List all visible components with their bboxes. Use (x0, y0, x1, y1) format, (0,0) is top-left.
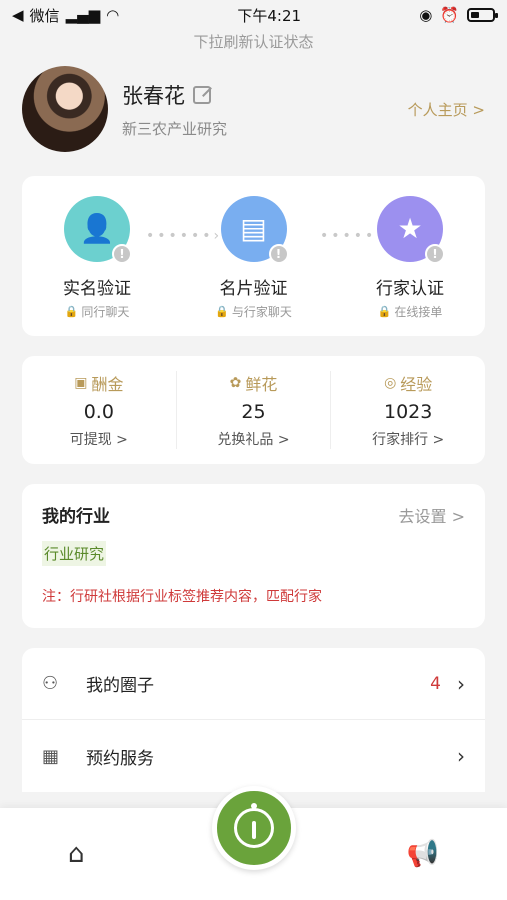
profile-subtitle: 新三农产业研究 (122, 119, 228, 138)
verify-step-label: 名片验证 (219, 279, 288, 299)
status-left: ◀ 微信 ▂▄▆ ◠ (12, 5, 119, 26)
status-bar: ◀ 微信 ▂▄▆ ◠ 下午4:21 ◉ ⏰ (0, 0, 507, 30)
verify-step-sub: 🔒 在线接单 (377, 305, 443, 319)
stats-card: ▣ 酬金 0.0 可提现 > ✿ 鲜花 25 兑换礼品 > ◎ 经验 1023 行家排… (22, 356, 485, 464)
stat-link[interactable]: 兑换礼品 > (217, 429, 289, 449)
pull-refresh-hint: 下拉刷新认证状态 (193, 33, 314, 51)
exp-icon: ◎ (384, 375, 397, 391)
verify-step-label: 行家认证 (376, 279, 444, 299)
status-right: ◉ ⏰ (419, 6, 498, 24)
info-badge-icon: ! (112, 244, 132, 264)
alarm-icon: ⏰ (440, 6, 459, 24)
edit-icon[interactable] (193, 85, 211, 104)
verify-step-expert[interactable]: ★ ! 行家认证 🔒 在线接单 (355, 196, 465, 336)
industry-settings-link[interactable]: 去设置 > (399, 503, 466, 527)
center-action-button[interactable] (211, 786, 296, 870)
industry-card: 我的行业 去设置 > 行业研究 注：行研社根据行业标签推荐内容，匹配行家 (22, 484, 485, 628)
homepage-link[interactable]: 个人主页 > (408, 99, 485, 120)
home-icon[interactable]: ⌂ (68, 839, 85, 869)
menu-item-label: 预约服务 (86, 748, 154, 769)
stat-value: 0.0 (83, 401, 114, 423)
menu-item-label: 我的圈子 (86, 676, 154, 696)
verify-step-sub: 🔒 同行聊天 (64, 305, 130, 319)
menu-item-circles[interactable]: ⚇ 我的圈子 4 › (22, 648, 485, 720)
calendar-icon: ▦ (42, 745, 60, 767)
stat-experience[interactable]: ◎ 经验 1023 行家排行 > (331, 371, 485, 449)
unread-count-badge: 4 (430, 673, 441, 694)
profile-name: 张春花 (122, 83, 185, 108)
speaker-icon[interactable]: 📢 (407, 839, 439, 869)
verify-step-sub: 🔒 与行家聊天 (215, 305, 292, 319)
stat-reward[interactable]: ▣ 酬金 0.0 可提现 > (22, 371, 177, 449)
chevron-right-icon: › (457, 671, 465, 696)
lock-icon: 🔒 (215, 305, 229, 318)
business-card-icon: ▤ ! (220, 196, 289, 264)
info-badge-icon: ! (268, 244, 289, 264)
orientation-lock-icon: ◉ (419, 6, 433, 24)
stat-link[interactable]: 可提现 > (70, 429, 128, 449)
verify-step-label: 实名验证 (63, 279, 131, 299)
award-icon: ★ ! (377, 196, 445, 264)
wifi-icon: ◠ (106, 6, 120, 24)
chevron-right-icon: › (457, 744, 465, 768)
lock-icon: 🔒 (377, 305, 392, 318)
stat-link[interactable]: 行家排行 > (372, 429, 444, 449)
logo-icon (233, 803, 274, 848)
clock: 下午4:21 (237, 6, 302, 25)
industry-tag: 行业研究 (42, 541, 107, 566)
users-icon: ⚇ (42, 673, 59, 694)
verification-card: 👤 ! 实名验证 🔒 同行聊天 ••••••› ▤ ! 名片验证 🔒 与行家聊天 •… (22, 176, 485, 336)
industry-note: 注：行研社根据行业标签推荐内容，匹配行家 (42, 589, 322, 605)
industry-title: 我的行业 (42, 507, 110, 527)
stat-title: 经验 (400, 375, 433, 394)
battery-icon (466, 8, 498, 22)
stat-value: 1023 (384, 401, 433, 423)
signal-icon: ▂▄▆ (65, 6, 101, 24)
verify-step-realname[interactable]: 👤 ! 实名验证 🔒 同行聊天 (42, 196, 152, 336)
back-arrow-icon[interactable]: ◀ (12, 6, 24, 24)
verify-step-card[interactable]: ▤ ! 名片验证 🔒 与行家聊天 (199, 196, 309, 336)
profile-info: 张春花 新三农产业研究 (122, 80, 408, 139)
menu-item-booking[interactable]: ▦ 预约服务 › (22, 720, 485, 792)
id-card-icon: 👤 ! (64, 196, 132, 264)
lock-icon: 🔒 (64, 305, 79, 318)
bottom-tab-bar: ⌂ 📢 (0, 786, 507, 900)
stat-title: 鲜花 (245, 375, 278, 394)
stat-value: 25 (241, 401, 266, 423)
info-badge-icon: ! (425, 244, 445, 264)
wallet-icon: ▣ (74, 375, 88, 391)
profile-header: 张春花 新三农产业研究 个人主页 > (0, 54, 507, 154)
stat-flowers[interactable]: ✿ 鲜花 25 兑换礼品 > (177, 371, 332, 449)
carrier-label: 微信 (29, 6, 60, 25)
avatar[interactable] (22, 66, 108, 152)
stat-title: 酬金 (91, 375, 124, 394)
flower-icon: ✿ (229, 375, 242, 391)
step-connector-icon: ••••••› (146, 228, 223, 244)
menu-list: ⚇ 我的圈子 4 › ▦ 预约服务 › (22, 648, 485, 792)
